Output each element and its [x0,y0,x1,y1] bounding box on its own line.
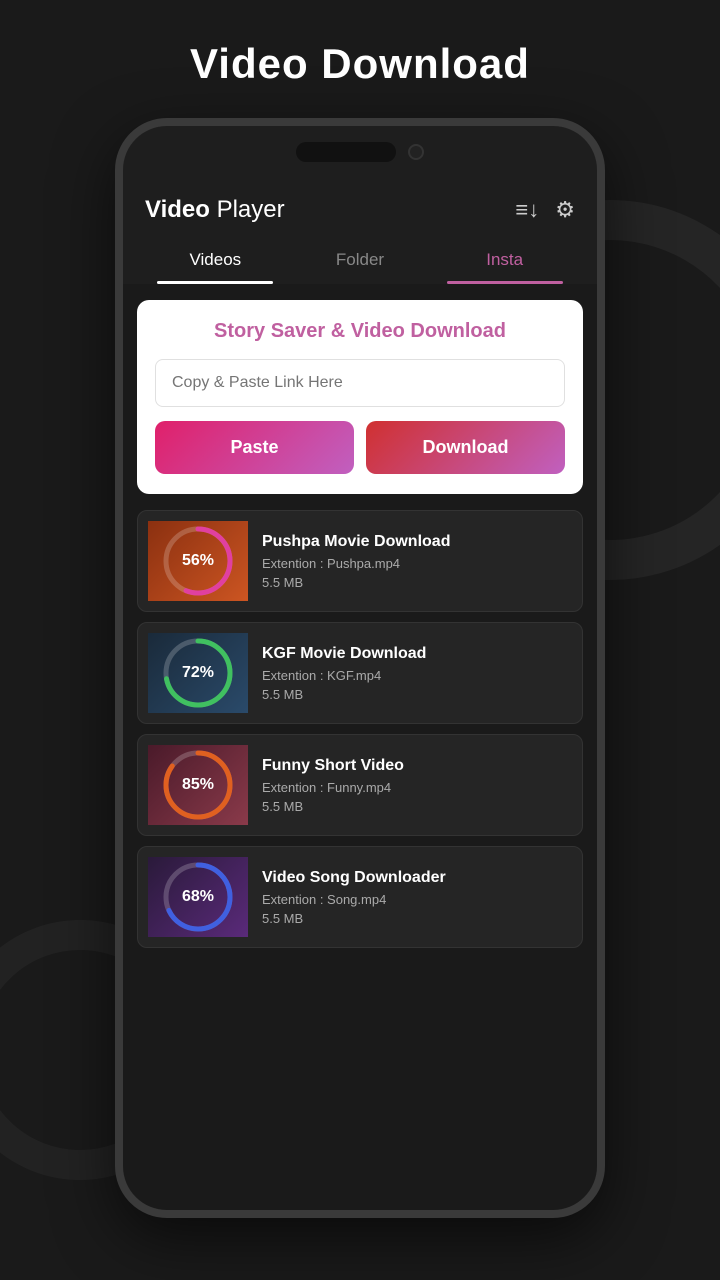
progress-thumb: 56% [148,521,248,601]
download-info: KGF Movie Download Extention : KGF.mp4 5… [262,645,568,702]
download-title: KGF Movie Download [262,645,568,663]
download-extension: Extention : Pushpa.mp4 [262,556,568,571]
settings-icon[interactable]: ⚙ [555,197,575,223]
sort-icon[interactable]: ≡↓ [515,197,539,223]
phone-screen: Video Player ≡↓ ⚙ Videos Folder Insta St… [123,178,597,1210]
download-list: 56% Pushpa Movie Download Extention : Pu… [123,510,597,968]
notch-camera [408,144,424,160]
progress-percent: 85% [182,776,214,794]
download-extension: Extention : KGF.mp4 [262,668,568,683]
paste-link-input[interactable] [155,359,565,407]
progress-percent: 72% [182,664,214,682]
download-item[interactable]: 72% KGF Movie Download Extention : KGF.m… [137,622,583,724]
app-title-regular: Player [210,196,285,223]
tab-folder[interactable]: Folder [288,236,433,284]
story-saver-card: Story Saver & Video Download Paste Downl… [137,300,583,494]
download-extension: Extention : Funny.mp4 [262,780,568,795]
download-item[interactable]: 56% Pushpa Movie Download Extention : Pu… [137,510,583,612]
tab-insta[interactable]: Insta [432,236,577,284]
download-size: 5.5 MB [262,575,568,590]
story-title-part1: Story Saver [214,320,325,342]
progress-thumb: 72% [148,633,248,713]
progress-percent: 68% [182,888,214,906]
download-title: Pushpa Movie Download [262,533,568,551]
header-icons: ≡↓ ⚙ [515,197,575,223]
download-info: Funny Short Video Extention : Funny.mp4 … [262,757,568,814]
download-size: 5.5 MB [262,799,568,814]
notch-pill [296,142,396,162]
download-size: 5.5 MB [262,687,568,702]
progress-thumb: 85% [148,745,248,825]
progress-thumb: 68% [148,857,248,937]
download-size: 5.5 MB [262,911,568,926]
tab-videos[interactable]: Videos [143,236,288,284]
tab-bar: Videos Folder Insta [123,236,597,284]
download-title: Funny Short Video [262,757,568,775]
story-card-title: Story Saver & Video Download [155,320,565,343]
download-extension: Extention : Song.mp4 [262,892,568,907]
download-item[interactable]: 68% Video Song Downloader Extention : So… [137,846,583,948]
page-title: Video Download [190,40,530,88]
action-buttons: Paste Download [155,421,565,474]
story-title-part2: & Video Download [325,320,506,342]
app-title-bold: Video [145,196,210,223]
download-title: Video Song Downloader [262,869,568,887]
download-item[interactable]: 85% Funny Short Video Extention : Funny.… [137,734,583,836]
download-info: Video Song Downloader Extention : Song.m… [262,869,568,926]
phone-notch [123,126,597,178]
phone-frame: Video Player ≡↓ ⚙ Videos Folder Insta St… [115,118,605,1218]
app-header: Video Player ≡↓ ⚙ [123,178,597,236]
app-title: Video Player [145,196,285,224]
progress-percent: 56% [182,552,214,570]
download-button[interactable]: Download [366,421,565,474]
paste-button[interactable]: Paste [155,421,354,474]
download-info: Pushpa Movie Download Extention : Pushpa… [262,533,568,590]
